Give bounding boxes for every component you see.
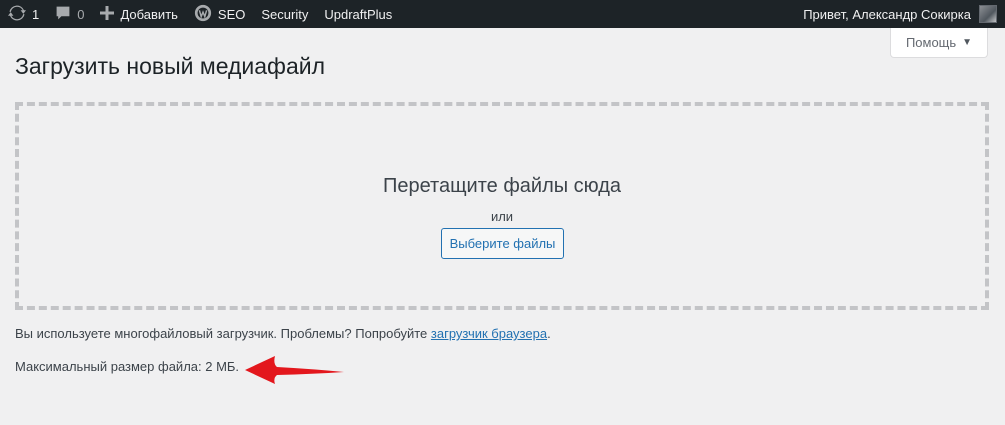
- max-file-size: Максимальный размер файла: 2 МБ.: [15, 359, 240, 374]
- add-new-label: Добавить: [120, 6, 178, 22]
- uploader-info-period: .: [547, 326, 551, 341]
- select-files-button[interactable]: Выберите файлы: [441, 228, 564, 259]
- security-menu[interactable]: Security: [253, 0, 316, 28]
- red-arrow-annotation: [245, 356, 344, 384]
- comment-icon: [55, 5, 71, 24]
- security-label: Security: [261, 6, 309, 22]
- updates-icon: [8, 4, 26, 25]
- seo-label: SEO: [217, 6, 246, 22]
- drop-zone-or: или: [490, 209, 514, 224]
- help-label: Помощь: [905, 35, 957, 50]
- comments-menu[interactable]: 0: [47, 0, 92, 28]
- greeting-text: Привет, Александр Сокирка: [803, 6, 971, 22]
- updraftplus-menu[interactable]: UpdraftPlus: [316, 0, 400, 28]
- uploader-info-text: Вы используете многофайловый загрузчик. …: [15, 326, 431, 341]
- admin-bar: 1 0 Добавить SEO Security UpdraftPlus Пр…: [0, 0, 1005, 28]
- account-menu[interactable]: Привет, Александр Сокирка: [803, 0, 1005, 28]
- page-title: Загрузить новый медиафайл: [15, 53, 326, 79]
- arrow-shape: [245, 356, 344, 384]
- help-button[interactable]: Помощь ▼: [890, 28, 988, 58]
- updates-count: 1: [32, 6, 40, 22]
- avatar: [979, 5, 997, 23]
- updraftplus-label: UpdraftPlus: [324, 6, 393, 22]
- uploader-info: Вы используете многофайловый загрузчик. …: [15, 326, 551, 341]
- caret-down-icon: ▼: [962, 37, 973, 48]
- seo-plugin-icon: [194, 4, 212, 25]
- drop-zone[interactable]: Перетащите файлы сюда или Выберите файлы: [15, 102, 989, 310]
- new-content-menu[interactable]: Добавить: [92, 0, 185, 28]
- seo-menu[interactable]: SEO: [186, 0, 253, 28]
- drop-zone-title: Перетащите файлы сюда: [382, 175, 622, 197]
- updates-menu[interactable]: 1: [0, 0, 47, 28]
- plus-icon: [100, 5, 115, 23]
- browser-uploader-link[interactable]: загрузчик браузера: [431, 326, 547, 341]
- comments-count: 0: [77, 6, 85, 22]
